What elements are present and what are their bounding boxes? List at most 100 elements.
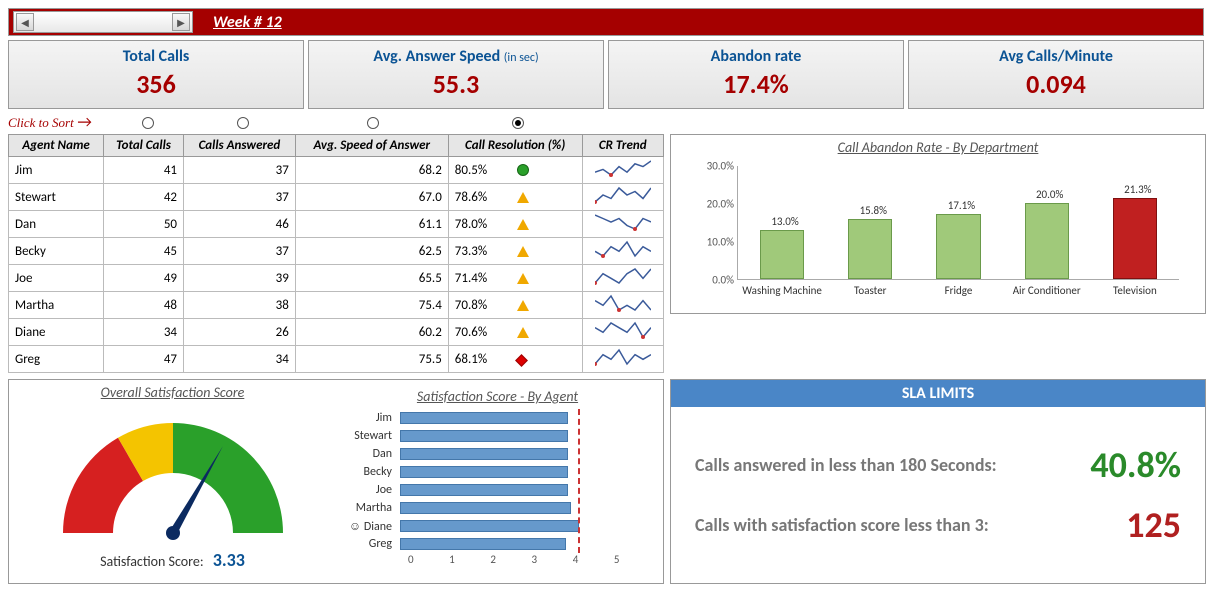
table-row: Dan504661.178.0%	[9, 211, 664, 238]
bar	[936, 214, 980, 279]
agent-name: Stewart	[9, 184, 104, 211]
table-row: Jim413768.280.5%	[9, 157, 664, 184]
total-calls-cell: 47	[104, 346, 184, 373]
col-header[interactable]: Call Resolution (%)	[448, 135, 582, 157]
bar-value-label: 17.1%	[931, 199, 991, 212]
kpi-row: Total Calls 356 Avg. Answer Speed (in se…	[8, 40, 1204, 109]
bar-value-label: 21.3%	[1108, 183, 1168, 196]
bar-value-label: 13.0%	[755, 215, 815, 228]
speed-cell: 68.2	[295, 157, 448, 184]
week-prev-button[interactable]: ◀	[16, 13, 34, 31]
sla-panel: SLA LIMITS Calls answered in less than 1…	[670, 379, 1206, 584]
bar	[1113, 198, 1157, 279]
total-calls-cell: 45	[104, 238, 184, 265]
speed-cell: 61.1	[295, 211, 448, 238]
sat-bar	[400, 520, 579, 532]
kpi-value: 0.094	[913, 68, 1199, 100]
agent-name: Diane	[9, 319, 104, 346]
sat-bar	[400, 466, 568, 478]
calls-answered-cell: 26	[184, 319, 296, 346]
table-row: Becky453762.573.3%	[9, 238, 664, 265]
bar-category-label: Toaster	[826, 284, 914, 297]
abandon-rate-chart: Call Abandon Rate - By Department 0.0%10…	[670, 134, 1206, 314]
status-indicator-icon	[517, 273, 529, 284]
trend-cell	[582, 184, 663, 211]
sat-bar	[400, 538, 566, 550]
speed-cell: 62.5	[295, 238, 448, 265]
header-bar: ◀ ▶ Week # 12	[8, 8, 1204, 36]
cr-cell: 70.8%	[448, 292, 582, 319]
reference-line	[578, 409, 580, 553]
kpi-answer-speed: Avg. Answer Speed (in sec) 55.3	[308, 40, 604, 109]
status-indicator-icon	[517, 246, 529, 257]
week-next-button[interactable]: ▶	[172, 13, 190, 31]
x-axis-tick: 1	[449, 553, 490, 566]
calls-answered-cell: 37	[184, 238, 296, 265]
col-header[interactable]: Total Calls	[104, 135, 184, 157]
kpi-value: 356	[13, 68, 299, 100]
total-calls-cell: 49	[104, 265, 184, 292]
sat-bar	[400, 484, 568, 496]
status-indicator-icon	[517, 300, 529, 311]
sat-bar	[400, 412, 568, 424]
sat-bar-row: Joe	[340, 481, 655, 499]
sat-bar-row: Stewart	[340, 427, 655, 445]
sla-text: Calls with satisfaction score less than …	[695, 514, 1126, 536]
sla-header: SLA LIMITS	[671, 380, 1205, 407]
sat-bar-row: ☺ Diane	[340, 517, 655, 535]
y-axis-tick: 10.0%	[707, 236, 738, 249]
sat-by-agent-title: Satisfaction Score - By Agent	[340, 384, 655, 409]
kpi-abandon-rate: Abandon rate 17.4%	[608, 40, 904, 109]
gauge-label: Satisfaction Score:	[100, 553, 204, 570]
cr-cell: 80.5%	[448, 157, 582, 184]
bar	[760, 230, 804, 279]
sort-radio-total-calls[interactable]	[142, 117, 154, 129]
sort-radio-calls-answered[interactable]	[237, 117, 249, 129]
week-scroller[interactable]: ◀ ▶	[13, 11, 193, 33]
agent-label: Greg	[340, 537, 400, 551]
agent-label: Stewart	[340, 429, 400, 443]
cr-cell: 68.1%	[448, 346, 582, 373]
trend-cell	[582, 319, 663, 346]
sort-radio-call-resolution-[interactable]	[512, 117, 524, 129]
x-axis-tick: 0	[408, 553, 449, 566]
table-row: Greg473475.568.1%	[9, 346, 664, 373]
sat-bar-row: Greg	[340, 535, 655, 553]
agent-name: Jim	[9, 157, 104, 184]
total-calls-cell: 34	[104, 319, 184, 346]
cr-cell: 78.6%	[448, 184, 582, 211]
y-axis-tick: 20.0%	[707, 198, 738, 211]
kpi-total-calls: Total Calls 356	[8, 40, 304, 109]
trend-cell	[582, 346, 663, 373]
speed-cell: 75.4	[295, 292, 448, 319]
cr-cell: 73.3%	[448, 238, 582, 265]
sla-value: 125	[1126, 503, 1181, 547]
kpi-title: Total Calls	[123, 47, 190, 66]
sla-value: 40.8%	[1090, 443, 1181, 487]
speed-cell: 65.5	[295, 265, 448, 292]
sla-row: Calls answered in less than 180 Seconds:…	[695, 443, 1181, 487]
col-header[interactable]: Calls Answered	[184, 135, 296, 157]
x-axis-tick: 5	[614, 553, 655, 566]
cr-cell: 70.6%	[448, 319, 582, 346]
total-calls-cell: 41	[104, 157, 184, 184]
table-row: Stewart423767.078.6%	[9, 184, 664, 211]
status-indicator-icon	[517, 192, 529, 203]
sort-radio-avg-speed-of-answer[interactable]	[367, 117, 379, 129]
col-header[interactable]: CR Trend	[582, 135, 663, 157]
agent-label: Jim	[340, 411, 400, 425]
chart-title: Call Abandon Rate - By Department	[671, 135, 1205, 160]
col-header[interactable]: Avg. Speed of Answer	[295, 135, 448, 157]
trend-cell	[582, 157, 663, 184]
status-indicator-icon	[517, 164, 529, 176]
col-header[interactable]: Agent Name	[9, 135, 104, 157]
agent-label: Dan	[340, 447, 400, 461]
table-row: Martha483875.470.8%	[9, 292, 664, 319]
kpi-value: 17.4%	[613, 68, 899, 100]
bar-category-label: Air Conditioner	[1003, 284, 1091, 297]
calls-answered-cell: 46	[184, 211, 296, 238]
status-indicator-icon	[517, 219, 529, 230]
gauge-title: Overall Satisfaction Score	[9, 380, 336, 405]
week-label: Week # 12	[213, 13, 282, 32]
sla-row: Calls with satisfaction score less than …	[695, 503, 1181, 547]
